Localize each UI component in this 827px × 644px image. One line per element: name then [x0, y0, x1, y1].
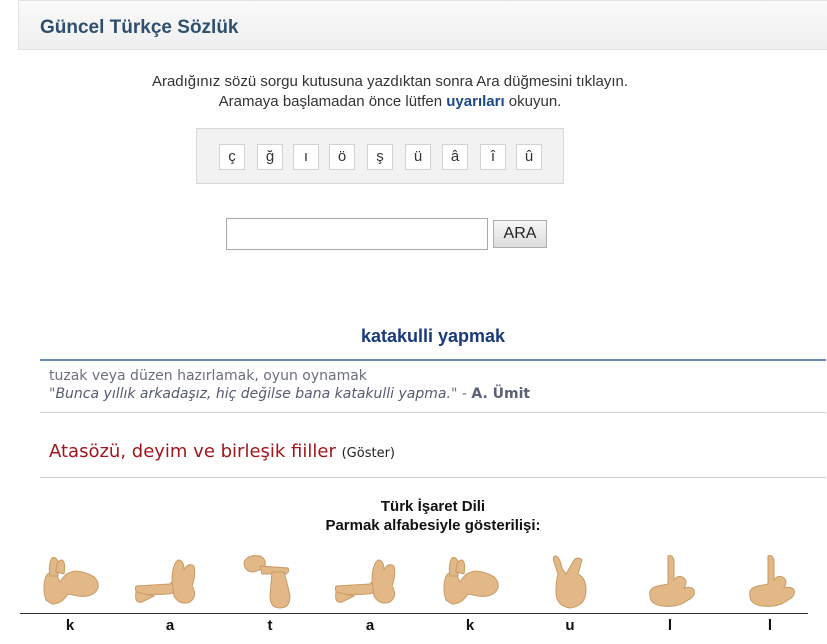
- fingerspelling-letter: l: [767, 617, 773, 634]
- hand-k-icon: [443, 557, 499, 605]
- hand-a-icon: [134, 559, 196, 604]
- search-button[interactable]: ARA: [493, 220, 547, 248]
- phrases-section: Atasözü, deyim ve birleşik fiiller (Göst…: [49, 441, 395, 462]
- hand-t-icon: [243, 555, 291, 609]
- key-g-breve[interactable]: ğ: [257, 144, 283, 170]
- example-text: Bunca yıllık arkadaşız, hiç değilse bana…: [55, 386, 451, 402]
- fingerspelling-letter: t: [267, 617, 273, 634]
- fingerspelling-letter: l: [667, 617, 673, 634]
- intro-line-1: Aradığınız sözü sorgu kutusuna yazdıktan…: [151, 73, 629, 90]
- key-a-circumflex[interactable]: â: [442, 144, 468, 170]
- sign-language-title: Türk İşaret Dili: [380, 498, 486, 515]
- intro-line-2-after: okuyun.: [504, 93, 562, 110]
- key-c-cedilla[interactable]: ç: [219, 144, 245, 170]
- sign-language-subtitle: Parmak alfabesiyle gösterilişi:: [325, 517, 541, 534]
- entry-divider: [40, 412, 826, 413]
- warnings-link[interactable]: uyarıları: [446, 93, 504, 110]
- intro-line-2-before: Aramaya başlamadan önce lütfen: [218, 93, 447, 110]
- example-author: A. Ümit: [471, 386, 531, 402]
- phrases-title: Atasözü, deyim ve birleşik fiiller: [49, 441, 336, 462]
- fingerspelling-letter: u: [565, 617, 575, 634]
- fingerspelling-letter: a: [365, 617, 375, 634]
- key-dotless-i[interactable]: ı: [293, 144, 319, 170]
- fingerspelling-baseline: [20, 613, 808, 614]
- key-s-cedilla[interactable]: ş: [367, 144, 393, 170]
- entry-definition: tuzak veya düzen hazırlamak, oyun oynama…: [49, 368, 367, 384]
- headword-divider: [40, 359, 826, 361]
- entry-headword: katakulli yapmak: [360, 326, 506, 346]
- page-title: Güncel Türkçe Sözlük: [40, 17, 239, 38]
- special-char-keyboard: ç ğ ı ö ş ü â î û: [196, 128, 564, 184]
- intro-line-2: Aramaya başlamadan önce lütfen uyarıları…: [0, 93, 780, 110]
- hand-l-icon: [649, 555, 695, 607]
- example-close-quote: " -: [450, 386, 472, 402]
- hand-l-icon: [749, 555, 795, 607]
- fingerspelling-letter: k: [465, 617, 475, 634]
- key-i-circumflex[interactable]: î: [480, 144, 506, 170]
- key-u-circumflex[interactable]: û: [516, 144, 542, 170]
- fingerspelling-letter: a: [165, 617, 175, 634]
- page-header: Güncel Türkçe Sözlük: [18, 0, 827, 50]
- entry-example: "Bunca yıllık arkadaşız, hiç değilse ban…: [49, 386, 530, 402]
- hand-u-icon: [552, 555, 587, 609]
- hand-a-icon: [334, 559, 396, 604]
- key-u-umlaut[interactable]: ü: [405, 144, 431, 170]
- fingerspelling-letter: k: [65, 617, 75, 634]
- key-o-umlaut[interactable]: ö: [329, 144, 355, 170]
- phrases-divider: [40, 477, 826, 478]
- hand-k-icon: [43, 557, 99, 605]
- search-input[interactable]: [226, 218, 488, 250]
- phrases-toggle-link[interactable]: (Göster): [342, 446, 395, 461]
